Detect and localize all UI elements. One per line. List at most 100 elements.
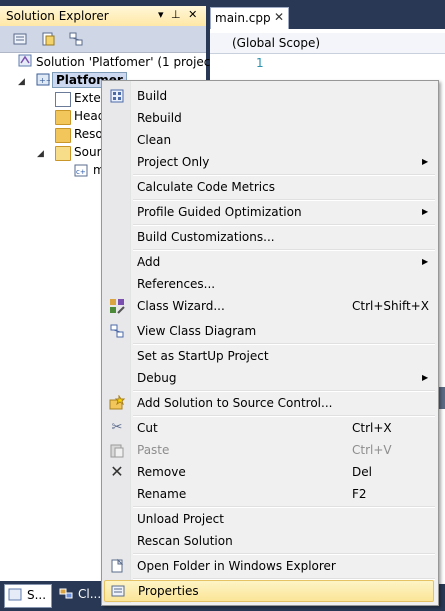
menu-item-label: Class Wizard... — [137, 299, 225, 313]
cut-icon: ✂ — [111, 420, 123, 435]
menu-item-code-metrics[interactable]: Calculate Code Metrics — [104, 177, 434, 197]
menu-item-shortcut: F2 — [352, 487, 367, 501]
properties-icon[interactable] — [12, 31, 28, 47]
menu-item-open-folder[interactable]: Open Folder in Windows Explorer — [104, 556, 434, 576]
menu-separator — [133, 506, 435, 508]
menu-separator — [133, 249, 435, 251]
menu-item-add-source-control[interactable]: Add Solution to Source Control... — [104, 393, 434, 413]
menu-item-label: References... — [137, 277, 216, 291]
tree-item-source-files[interactable]: Sour — [74, 145, 102, 159]
menu-item-set-startup[interactable]: Set as StartUp Project — [104, 346, 434, 366]
menu-item-cut[interactable]: ✂ Cut Ctrl+X — [104, 418, 434, 438]
build-icon — [109, 88, 125, 104]
menu-item-label: Calculate Code Metrics — [137, 180, 275, 194]
menu-item-label: Add — [137, 255, 161, 269]
solution-explorer-icon — [8, 588, 22, 601]
close-icon[interactable]: ✕ — [274, 10, 284, 24]
menu-item-shortcut: Ctrl+Shift+X — [352, 299, 429, 313]
menu-item-label: Build Customizations... — [137, 230, 275, 244]
view-class-diagram-icon[interactable] — [68, 31, 84, 47]
menu-item-build-customizations[interactable]: Build Customizations... — [104, 227, 434, 247]
menu-item-label: View Class Diagram — [137, 324, 257, 338]
class-wizard-icon — [109, 298, 125, 314]
menu-item-debug[interactable]: Debug ▶ — [104, 368, 434, 388]
open-folder-icon — [55, 146, 71, 161]
svg-text:c+: c+ — [76, 168, 86, 176]
menu-separator — [133, 343, 435, 345]
menu-item-label: Rebuild — [137, 111, 182, 125]
submenu-arrow-icon: ▶ — [422, 207, 429, 216]
menu-item-label: Unload Project — [137, 512, 224, 526]
remove-icon: ✕ — [110, 462, 124, 481]
tab-class-view[interactable]: Cl... — [56, 584, 101, 606]
class-view-icon — [59, 587, 73, 600]
tab-label: Cl... — [78, 587, 102, 601]
menu-item-remove[interactable]: ✕ Remove Del — [104, 462, 434, 482]
menu-separator — [133, 174, 435, 176]
menu-item-label: Rescan Solution — [137, 534, 233, 548]
add-source-control-icon — [109, 394, 126, 411]
menu-item-properties[interactable]: Properties — [104, 580, 434, 602]
submenu-arrow-icon: ▶ — [422, 373, 429, 382]
menu-item-shortcut: Ctrl+X — [352, 421, 392, 435]
submenu-arrow-icon: ▶ — [422, 257, 429, 266]
document-tab-label: main.cpp — [215, 11, 271, 25]
solution-explorer-title: Solution Explorer — [6, 9, 109, 23]
menu-item-view-class-diagram[interactable]: View Class Diagram — [104, 321, 434, 341]
cpp-project-icon: ++ — [36, 73, 52, 86]
menu-item-label: Clean — [137, 133, 172, 147]
tree-item-resource-files[interactable]: Reso — [74, 127, 103, 141]
collapse-arrow-icon[interactable]: ◢ — [37, 149, 44, 159]
menu-separator — [133, 553, 435, 555]
svg-text:++: ++ — [39, 76, 50, 85]
menu-item-add[interactable]: Add ▶ — [104, 252, 434, 272]
class-diagram-icon — [109, 323, 125, 339]
menu-item-label: Paste — [137, 443, 170, 457]
menu-item-label: Properties — [138, 584, 199, 598]
menu-item-paste: Paste Ctrl+V — [104, 440, 434, 460]
tree-item-solution[interactable]: Solution 'Platfomer' (1 project) — [36, 55, 220, 69]
menu-item-rebuild[interactable]: Rebuild — [104, 108, 434, 128]
solution-icon — [18, 54, 32, 67]
menu-item-profile-guided-optimization[interactable]: Profile Guided Optimization ▶ — [104, 202, 434, 222]
menu-item-label: Project Only — [137, 155, 210, 169]
line-number: 1 — [256, 56, 264, 70]
menu-item-build[interactable]: Build — [104, 86, 434, 106]
menu-item-label: Debug — [137, 371, 177, 385]
menu-item-references[interactable]: References... — [104, 274, 434, 294]
menu-item-class-wizard[interactable]: Class Wizard... Ctrl+Shift+X — [104, 296, 434, 316]
menu-item-label: Add Solution to Source Control... — [137, 396, 333, 410]
panel-window-buttons[interactable]: ▾ ⊥ ✕ — [158, 8, 199, 21]
menu-item-label: Cut — [137, 421, 158, 435]
menu-item-clean[interactable]: Clean — [104, 130, 434, 150]
folder-icon — [55, 128, 71, 143]
menu-item-label: Profile Guided Optimization — [137, 205, 302, 219]
open-folder-icon — [109, 558, 125, 574]
menu-item-shortcut: Del — [352, 465, 372, 479]
folder-icon — [55, 110, 71, 125]
menu-item-label: Remove — [137, 465, 186, 479]
menu-item-label: Open Folder in Windows Explorer — [137, 559, 336, 573]
solution-explorer-toolbar — [0, 26, 206, 53]
menu-separator — [133, 415, 435, 417]
collapse-arrow-icon[interactable]: ◢ — [18, 77, 25, 87]
menu-item-shortcut: Ctrl+V — [352, 443, 392, 457]
properties-icon — [110, 583, 126, 599]
menu-item-label: Set as StartUp Project — [137, 349, 269, 363]
submenu-arrow-icon: ▶ — [422, 157, 429, 166]
scope-dropdown-value: (Global Scope) — [232, 36, 321, 50]
cpp-file-icon: c+ — [74, 164, 88, 177]
menu-item-rescan-solution[interactable]: Rescan Solution — [104, 531, 434, 551]
menu-separator — [133, 224, 435, 226]
menu-separator — [133, 390, 435, 392]
menu-item-rename[interactable]: Rename F2 — [104, 484, 434, 504]
show-all-files-icon[interactable] — [40, 31, 56, 47]
menu-separator — [133, 199, 435, 201]
paste-icon — [109, 442, 125, 458]
tab-solution-explorer[interactable]: S... — [4, 584, 52, 608]
menu-item-unload-project[interactable]: Unload Project — [104, 509, 434, 529]
menu-item-label: Build — [137, 89, 168, 103]
menu-item-project-only[interactable]: Project Only ▶ — [104, 152, 434, 172]
menu-item-label: Rename — [137, 487, 187, 501]
tab-label: S... — [27, 588, 47, 602]
